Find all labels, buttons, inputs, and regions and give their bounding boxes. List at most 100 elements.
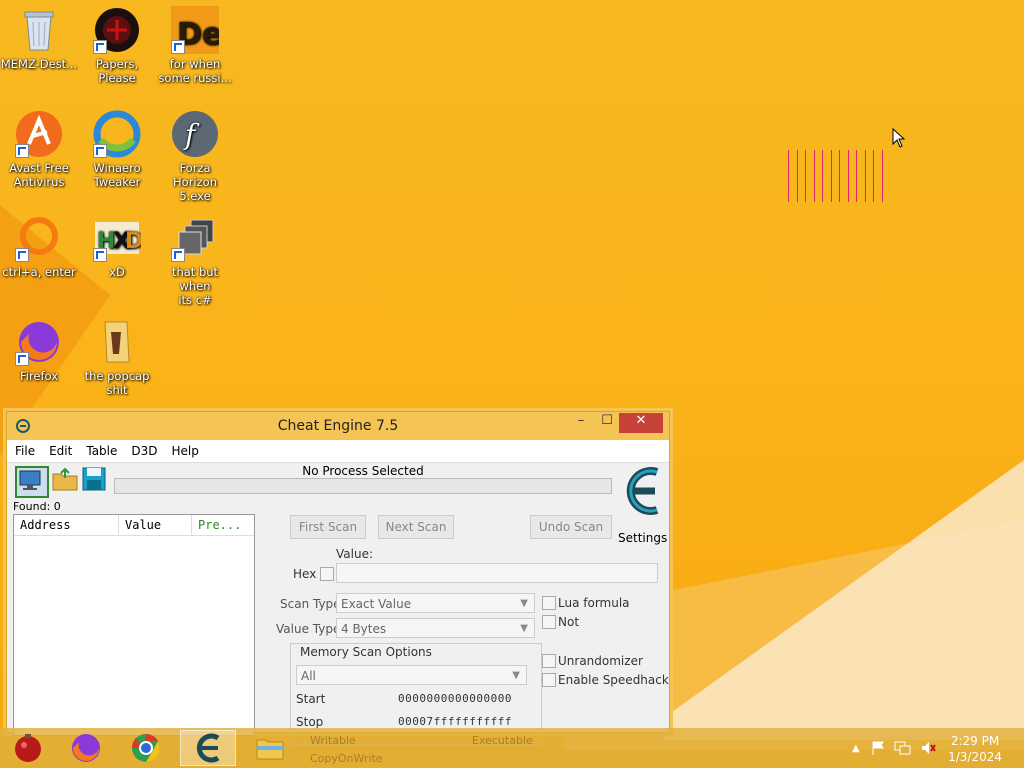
hxd-icon: HXD	[93, 214, 143, 262]
column-value[interactable]: Value	[119, 515, 192, 535]
system-tray: ▲	[852, 728, 936, 768]
desktop-icon-firefox[interactable]: Firefox	[0, 318, 78, 383]
folder-icon	[93, 318, 141, 366]
scan-type-label: Scan Type	[280, 597, 341, 611]
cheat-engine-icon	[196, 733, 220, 763]
firefox-icon	[15, 318, 63, 366]
lua-formula-checkbox[interactable]	[542, 596, 556, 610]
taskbar: Writable Executable CopyOnWrite ▲ 2:29 P…	[0, 728, 1024, 768]
desktop-icon-avast[interactable]: Avast Free Antivirus	[0, 110, 78, 189]
memory-region-select[interactable]: All ▼	[296, 665, 527, 685]
speedhack-label: Enable Speedhack	[558, 673, 669, 687]
desktop-icon-ctrl-a-enter[interactable]: ctrl+a, enter	[0, 214, 78, 279]
chevron-down-icon: ▼	[520, 623, 528, 634]
writable-option[interactable]: Writable	[310, 734, 356, 747]
clock-date: 1/3/2024	[948, 750, 1002, 764]
desktop-icon-xd[interactable]: HXD xD	[78, 214, 156, 279]
first-scan-button[interactable]: First Scan	[290, 515, 366, 539]
wallpaper-stripes	[788, 150, 883, 202]
chevron-up-icon[interactable]: ▲	[852, 743, 860, 754]
menu-help[interactable]: Help	[172, 444, 199, 458]
stop-address-input[interactable]: 00007fffffffffff	[398, 715, 512, 728]
column-address[interactable]: Address	[14, 515, 119, 535]
menu-d3d[interactable]: D3D	[131, 444, 157, 458]
open-folder-icon	[52, 467, 78, 491]
open-file-button[interactable]	[51, 466, 81, 494]
taskbar-cheat-engine[interactable]	[180, 730, 236, 766]
network-icon[interactable]	[894, 740, 912, 756]
clock-time: 2:29 PM	[950, 734, 1000, 748]
chevron-down-icon: ▼	[512, 670, 520, 681]
recycle-bin-icon	[15, 6, 63, 54]
next-scan-button[interactable]: Next Scan	[378, 515, 454, 539]
close-button[interactable]: ✕	[619, 413, 663, 433]
volume-muted-icon[interactable]	[920, 740, 936, 756]
title-bar[interactable]: Cheat Engine 7.5 – ☐ ✕	[7, 412, 669, 440]
scan-type-value: Exact Value	[341, 597, 412, 611]
maximize-button[interactable]: ☐	[593, 413, 621, 433]
file-explorer-icon	[256, 739, 284, 760]
cheat-engine-logo-icon	[626, 467, 659, 515]
papers-please-icon	[93, 6, 141, 54]
desktop-icon-for-when[interactable]: De for when some russi...	[156, 6, 234, 85]
taskbar-chrome[interactable]	[118, 730, 174, 766]
speedhack-checkbox[interactable]	[542, 673, 556, 687]
desktop-icon-memz[interactable]: MEMZ-Dest...	[0, 6, 78, 71]
unrandomizer-label: Unrandomizer	[558, 654, 643, 668]
value-label: Value:	[336, 547, 373, 561]
hex-label: Hex	[293, 567, 317, 581]
scan-type-select[interactable]: Exact Value ▼	[336, 593, 535, 613]
select-process-button[interactable]	[15, 466, 49, 498]
undo-scan-button[interactable]: Undo Scan	[530, 515, 612, 539]
save-file-button[interactable]	[81, 466, 111, 494]
menu-file[interactable]: File	[15, 444, 35, 458]
menu-edit[interactable]: Edit	[49, 444, 72, 458]
clock[interactable]: 2:29 PM 1/3/2024	[948, 733, 1002, 765]
flag-icon[interactable]	[870, 740, 886, 756]
list-header: Address Value Pre...	[14, 515, 254, 536]
process-label: No Process Selected	[302, 464, 424, 478]
flash-icon: f	[171, 110, 219, 158]
not-checkbox[interactable]	[542, 615, 556, 629]
stop-label: Stop	[296, 715, 324, 729]
value-type-label: Value Type	[276, 622, 341, 636]
firefox-icon	[72, 734, 100, 762]
value-input[interactable]	[336, 563, 658, 583]
value-type-value: 4 Bytes	[341, 622, 387, 636]
start-address-input[interactable]: 0000000000000000	[398, 692, 512, 705]
ornament-icon	[15, 734, 41, 762]
settings-link[interactable]: Settings	[618, 531, 667, 545]
start-label: Start	[296, 692, 326, 706]
de-icon: De	[171, 6, 222, 54]
taskbar-file-explorer[interactable]	[242, 730, 298, 766]
desktop-icon-popcap[interactable]: the popcap shit	[78, 318, 156, 397]
avast-icon	[15, 110, 63, 158]
mouse-cursor-icon	[892, 128, 906, 148]
column-previous[interactable]: Pre...	[192, 515, 248, 535]
memory-scan-options-title: Memory Scan Options	[298, 645, 434, 659]
menu-bar: File Edit Table D3D Help	[7, 440, 669, 463]
hex-checkbox[interactable]	[320, 567, 334, 581]
found-count: Found: 0	[13, 500, 61, 513]
chrome-icon	[131, 734, 160, 762]
ring-icon	[15, 214, 63, 262]
desktop-icon-winaero[interactable]: Winaero Tweaker	[78, 110, 156, 189]
stacked-windows-icon	[171, 214, 219, 262]
computer-icon	[19, 470, 41, 490]
copy-on-write-option[interactable]: CopyOnWrite	[310, 752, 383, 765]
save-icon	[82, 467, 106, 491]
start-button[interactable]	[0, 730, 56, 766]
svg-text:D: D	[125, 229, 141, 254]
executable-option[interactable]: Executable	[472, 734, 533, 747]
menu-table[interactable]: Table	[86, 444, 117, 458]
found-list[interactable]: Address Value Pre...	[13, 514, 255, 736]
progress-bar	[114, 478, 612, 494]
cheat-engine-logo[interactable]	[617, 462, 665, 530]
value-type-select[interactable]: 4 Bytes ▼	[336, 618, 535, 638]
desktop-icon-forza[interactable]: f Forza Horizon 5.exe	[156, 110, 234, 203]
taskbar-firefox[interactable]	[58, 730, 114, 766]
unrandomizer-checkbox[interactable]	[542, 654, 556, 668]
desktop-icon-papers-please[interactable]: Papers, Please	[78, 6, 156, 85]
minimize-button[interactable]: –	[567, 413, 595, 433]
desktop-icon-that-but-when[interactable]: that but when its c#	[156, 214, 234, 307]
